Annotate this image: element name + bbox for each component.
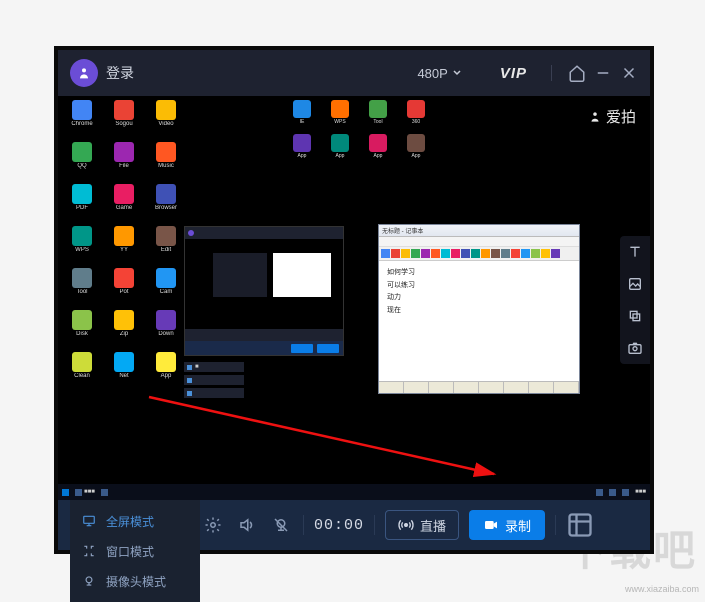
- notepad-window: 无标题 - 记事本 如何学习可以练习动力现在: [378, 224, 580, 394]
- desktop-icon[interactable]: Tool: [64, 268, 100, 308]
- vip-badge[interactable]: VIP: [500, 65, 527, 82]
- preview-canvas: 爱拍 ChromeSogouVideo QQFileMusic PDFGameBro…: [58, 96, 650, 500]
- close-button[interactable]: [620, 64, 638, 82]
- settings-button[interactable]: [201, 513, 225, 537]
- desktop-icon[interactable]: Video: [148, 100, 184, 140]
- mode-option-fullscreen[interactable]: 全屏模式: [70, 506, 200, 536]
- desktop-icon[interactable]: Net: [106, 352, 142, 392]
- chevron-down-icon: [452, 68, 462, 78]
- text-tool[interactable]: [620, 236, 650, 268]
- app-frame: 登录 480P VIP 爱拍 ChromeSogouVideo QQFileMus…: [54, 46, 654, 554]
- editor-button[interactable]: [566, 511, 594, 539]
- desktop-icon[interactable]: 360: [400, 100, 432, 125]
- annotation-arrow: [144, 392, 524, 492]
- layer-tool[interactable]: [620, 300, 650, 332]
- divider: [374, 515, 375, 535]
- desktop-icon[interactable]: Pot: [106, 268, 142, 308]
- nested-preview: [184, 226, 344, 356]
- desktop-icon[interactable]: Browser: [148, 184, 184, 224]
- app-logo: [70, 59, 98, 87]
- desktop-icon[interactable]: Edit: [148, 226, 184, 266]
- desktop-icon[interactable]: IE: [286, 100, 318, 125]
- nested-dropdown: ■: [184, 362, 244, 401]
- desktop-taskbar: ■■■ ■■■: [58, 484, 650, 500]
- resolution-selector[interactable]: 480P: [417, 66, 461, 81]
- desktop-icon[interactable]: Zip: [106, 310, 142, 350]
- divider: [555, 515, 556, 535]
- desktop-icon[interactable]: Cam: [148, 268, 184, 308]
- divider: [551, 65, 552, 81]
- desktop-icon[interactable]: Game: [106, 184, 142, 224]
- record-button[interactable]: 录制: [469, 510, 545, 540]
- desktop-icon[interactable]: WPS: [64, 226, 100, 266]
- mode-option-camera[interactable]: 摄像头模式: [70, 566, 200, 596]
- notepad-title: 无标题 - 记事本: [382, 226, 423, 235]
- desktop-icon[interactable]: App: [148, 352, 184, 392]
- titlebar: 登录 480P VIP: [58, 50, 650, 96]
- record-icon: [483, 517, 499, 533]
- live-button[interactable]: 直播: [385, 510, 459, 540]
- login-link[interactable]: 登录: [106, 63, 134, 83]
- desktop-icon[interactable]: Music: [148, 142, 184, 182]
- top-app-icons: IEWPSTool360: [286, 100, 432, 125]
- desktop-icons: ChromeSogouVideo QQFileMusic PDFGameBrowse…: [64, 100, 188, 392]
- mode-option-window[interactable]: 窗口模式: [70, 536, 200, 566]
- monitor-icon: [82, 514, 96, 528]
- audio-button[interactable]: [235, 513, 259, 537]
- desktop-icon[interactable]: Clean: [64, 352, 100, 392]
- webcam-toggle[interactable]: [269, 513, 293, 537]
- desktop-icon[interactable]: Sogou: [106, 100, 142, 140]
- side-toolbar: [620, 236, 650, 364]
- bottom-toolbar: 全屏模式 00:00 直播 录制 全屏模式 窗口模式 摄像头模式: [58, 500, 650, 550]
- desktop-icon[interactable]: File: [106, 142, 142, 182]
- brand-icon: [588, 110, 602, 124]
- desktop-icon[interactable]: Down: [148, 310, 184, 350]
- page-watermark-site: www.xiazaiba.com: [625, 584, 699, 594]
- desktop-icon[interactable]: PDF: [64, 184, 100, 224]
- minimize-button[interactable]: [594, 64, 612, 82]
- desktop-icon[interactable]: YY: [106, 226, 142, 266]
- camera-icon: [82, 574, 96, 588]
- desktop-icon[interactable]: Disk: [64, 310, 100, 350]
- home-button[interactable]: [568, 64, 586, 82]
- mode-dropdown: 全屏模式 窗口模式 摄像头模式: [70, 500, 200, 602]
- camera-tool[interactable]: [620, 332, 650, 364]
- broadcast-icon: [398, 517, 414, 533]
- brand-watermark: 爱拍: [588, 106, 636, 127]
- desktop-icon[interactable]: QQ: [64, 142, 100, 182]
- resolution-label: 480P: [417, 66, 447, 81]
- divider: [303, 515, 304, 535]
- desktop-icon[interactable]: Chrome: [64, 100, 100, 140]
- desktop-icon[interactable]: WPS: [324, 100, 356, 125]
- desktop-icon[interactable]: Tool: [362, 100, 394, 125]
- image-tool[interactable]: [620, 268, 650, 300]
- app-window: 登录 480P VIP 爱拍 ChromeSogouVideo QQFileMus…: [58, 50, 650, 550]
- window-icon: [82, 544, 96, 558]
- timer-display: 00:00: [314, 517, 364, 534]
